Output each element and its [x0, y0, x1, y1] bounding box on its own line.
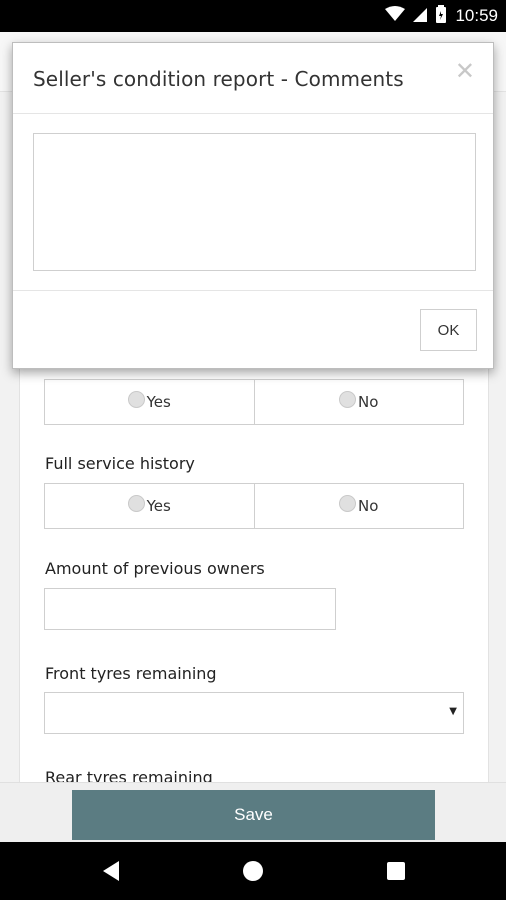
full-service-history-yes[interactable]: Yes — [44, 483, 255, 529]
front-tyres-select[interactable]: ▼ — [44, 692, 464, 734]
save-button[interactable]: Save — [72, 790, 435, 840]
radio-row-1: Yes No — [44, 379, 464, 425]
radio-circle[interactable] — [127, 494, 145, 512]
radio-no-option[interactable]: No — [254, 379, 464, 425]
status-icons: 10:59 — [385, 0, 498, 32]
back-icon[interactable] — [81, 842, 141, 900]
status-time: 10:59 — [455, 6, 498, 25]
radio-yes-label: Yes — [146, 497, 171, 515]
ok-button[interactable]: OK — [420, 309, 477, 351]
full-service-history-label: Full service history — [45, 454, 195, 473]
radio-no-label: No — [358, 497, 379, 515]
signal-icon — [413, 7, 428, 26]
radio-circle[interactable] — [127, 390, 145, 408]
home-icon[interactable] — [223, 842, 283, 900]
comments-textarea[interactable] — [33, 133, 476, 271]
radio-circle[interactable] — [339, 494, 357, 512]
close-icon[interactable]: ✕ — [455, 59, 475, 83]
status-bar: 10:59 — [0, 0, 506, 32]
battery-icon — [435, 5, 447, 27]
previous-owners-input[interactable] — [44, 588, 336, 630]
nav-bar — [0, 842, 506, 900]
modal-footer-divider — [13, 290, 493, 291]
full-service-history-no[interactable]: No — [254, 483, 464, 529]
comments-modal: Seller's condition report - Comments ✕ O… — [12, 42, 494, 369]
radio-yes-label: Yes — [146, 393, 171, 411]
previous-owners-label: Amount of previous owners — [45, 559, 265, 578]
modal-header: Seller's condition report - Comments ✕ — [13, 43, 493, 114]
recents-icon[interactable] — [366, 842, 426, 900]
radio-no-label: No — [358, 393, 379, 411]
modal-title: Seller's condition report - Comments — [33, 67, 404, 91]
save-bar: Save — [0, 782, 506, 842]
full-service-history-radio: Yes No — [44, 483, 464, 529]
front-tyres-label: Front tyres remaining — [45, 664, 217, 683]
dropdown-arrow-icon: ▼ — [449, 706, 457, 717]
radio-yes-option[interactable]: Yes — [44, 379, 255, 425]
wifi-icon — [385, 6, 406, 26]
radio-circle[interactable] — [339, 390, 357, 408]
